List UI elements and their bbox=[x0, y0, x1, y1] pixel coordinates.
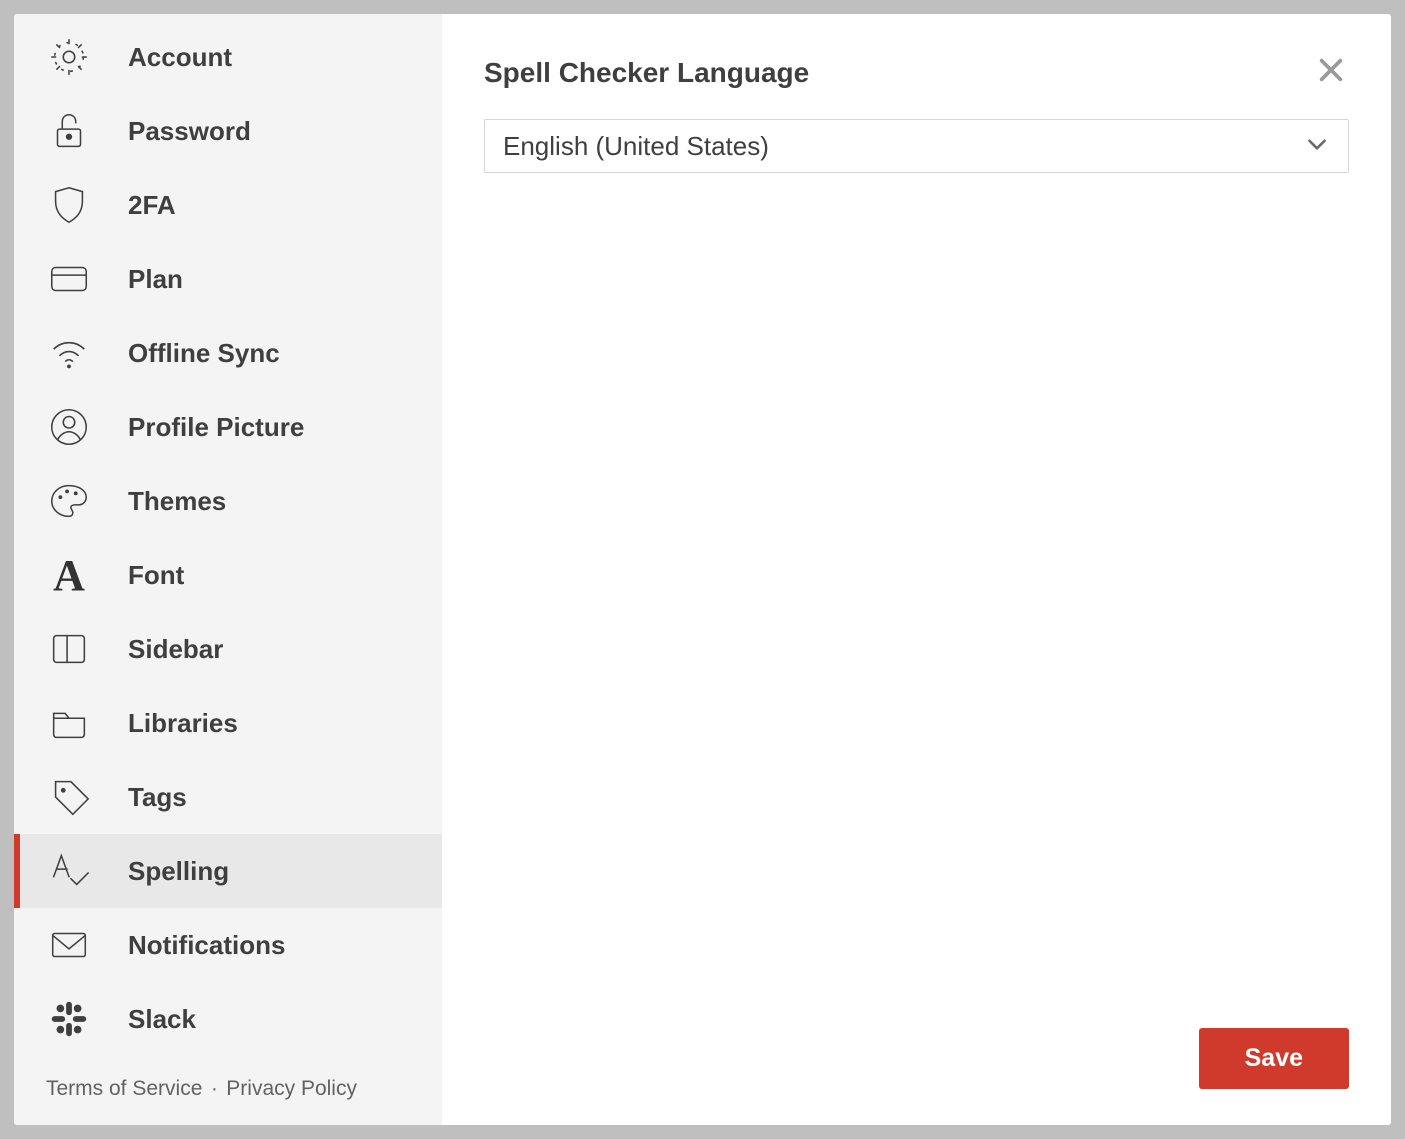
mail-icon bbox=[44, 920, 94, 970]
sidebar-item-label: Tags bbox=[128, 782, 187, 813]
footer-separator: · bbox=[211, 1077, 218, 1100]
sidebar-item-themes[interactable]: Themes bbox=[14, 464, 442, 538]
sidebar-list: Account Password 2FA bbox=[14, 20, 442, 1059]
save-button[interactable]: Save bbox=[1199, 1028, 1349, 1089]
language-select[interactable]: English (United States) bbox=[484, 119, 1349, 173]
sidebar-item-label: Plan bbox=[128, 264, 183, 295]
card-icon bbox=[44, 254, 94, 304]
sidebar-item-label: Themes bbox=[128, 486, 226, 517]
panel-footer: Save bbox=[442, 1028, 1391, 1125]
folder-icon bbox=[44, 698, 94, 748]
panel-body: English (United States) bbox=[442, 93, 1391, 1028]
close-icon bbox=[1317, 71, 1345, 88]
avatar-icon bbox=[44, 402, 94, 452]
sidebar-item-label: Spelling bbox=[128, 856, 229, 887]
sidebar-item-sidebar[interactable]: Sidebar bbox=[14, 612, 442, 686]
shield-icon bbox=[44, 180, 94, 230]
sidebar-item-label: Notifications bbox=[128, 930, 285, 961]
sidebar-item-label: 2FA bbox=[128, 190, 176, 221]
sidebar-item-label: Slack bbox=[128, 1004, 196, 1035]
sidebar-item-label: Profile Picture bbox=[128, 412, 304, 443]
sidebar-item-label: Font bbox=[128, 560, 184, 591]
sidebar-item-font[interactable]: A Font bbox=[14, 538, 442, 612]
sidebar-item-label: Libraries bbox=[128, 708, 238, 739]
sidebar-item-label: Password bbox=[128, 116, 251, 147]
sidebar-item-slack[interactable]: Slack bbox=[14, 982, 442, 1056]
sidebar: Account Password 2FA bbox=[14, 14, 442, 1125]
palette-icon bbox=[44, 476, 94, 526]
sidebar-item-password[interactable]: Password bbox=[14, 94, 442, 168]
sidebar-item-plan[interactable]: Plan bbox=[14, 242, 442, 316]
terms-of-service-link[interactable]: Terms of Service bbox=[46, 1077, 202, 1100]
sidebar-item-2fa[interactable]: 2FA bbox=[14, 168, 442, 242]
sidebar-item-spelling[interactable]: Spelling bbox=[14, 834, 442, 908]
sidebar-item-profile-picture[interactable]: Profile Picture bbox=[14, 390, 442, 464]
settings-dialog: Account Password 2FA bbox=[14, 14, 1391, 1125]
lock-icon bbox=[44, 106, 94, 156]
sidebar-item-offline-sync[interactable]: Offline Sync bbox=[14, 316, 442, 390]
close-button[interactable] bbox=[1313, 52, 1349, 93]
gear-icon bbox=[44, 32, 94, 82]
chevron-down-icon bbox=[1304, 131, 1330, 162]
sidebar-item-notifications[interactable]: Notifications bbox=[14, 908, 442, 982]
panel-title: Spell Checker Language bbox=[484, 57, 809, 89]
language-select-value: English (United States) bbox=[503, 131, 1304, 162]
privacy-policy-link[interactable]: Privacy Policy bbox=[226, 1077, 357, 1100]
sidebar-item-tags[interactable]: Tags bbox=[14, 760, 442, 834]
sidebar-item-libraries[interactable]: Libraries bbox=[14, 686, 442, 760]
sidebar-item-label: Offline Sync bbox=[128, 338, 280, 369]
sidebar-item-label: Account bbox=[128, 42, 232, 73]
font-icon: A bbox=[44, 550, 94, 600]
main-panel: Spell Checker Language English (United S… bbox=[442, 14, 1391, 1125]
panel-header: Spell Checker Language bbox=[442, 14, 1391, 93]
sidebar-item-account[interactable]: Account bbox=[14, 20, 442, 94]
slack-icon bbox=[44, 994, 94, 1044]
tag-icon bbox=[44, 772, 94, 822]
sidebar-item-label: Sidebar bbox=[128, 634, 223, 665]
columns-icon bbox=[44, 624, 94, 674]
spellcheck-icon bbox=[44, 846, 94, 896]
wifi-icon bbox=[44, 328, 94, 378]
sidebar-footer: Terms of Service · Privacy Policy bbox=[14, 1059, 442, 1125]
